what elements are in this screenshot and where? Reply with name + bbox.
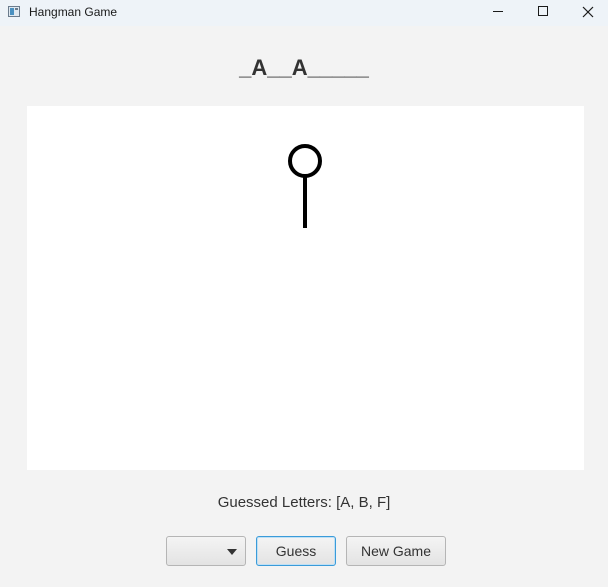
- window-title: Hangman Game: [29, 5, 118, 19]
- guessed-letters: Guessed Letters: [A, B, F]: [217, 494, 391, 511]
- minimize-button[interactable]: [474, 0, 520, 26]
- close-icon: [582, 6, 594, 18]
- letter-select[interactable]: [166, 536, 246, 566]
- maximize-icon: [538, 6, 548, 16]
- app-icon: [8, 6, 20, 17]
- chevron-down-icon: [227, 549, 237, 555]
- title-bar[interactable]: Hangman Game: [0, 0, 608, 26]
- new-game-button[interactable]: New Game: [346, 536, 446, 566]
- minimize-icon: [493, 11, 503, 12]
- hangman-drawing: [288, 144, 322, 228]
- hangman-window: Hangman Game _A__A_____ Guessed Letters:…: [0, 0, 608, 587]
- hangman-canvas: [27, 106, 584, 470]
- guess-button[interactable]: Guess: [256, 536, 336, 566]
- close-button[interactable]: [566, 0, 608, 26]
- maximize-button[interactable]: [520, 0, 566, 26]
- masked-word: _A__A_____: [239, 55, 369, 80]
- hangman-head: [288, 144, 322, 178]
